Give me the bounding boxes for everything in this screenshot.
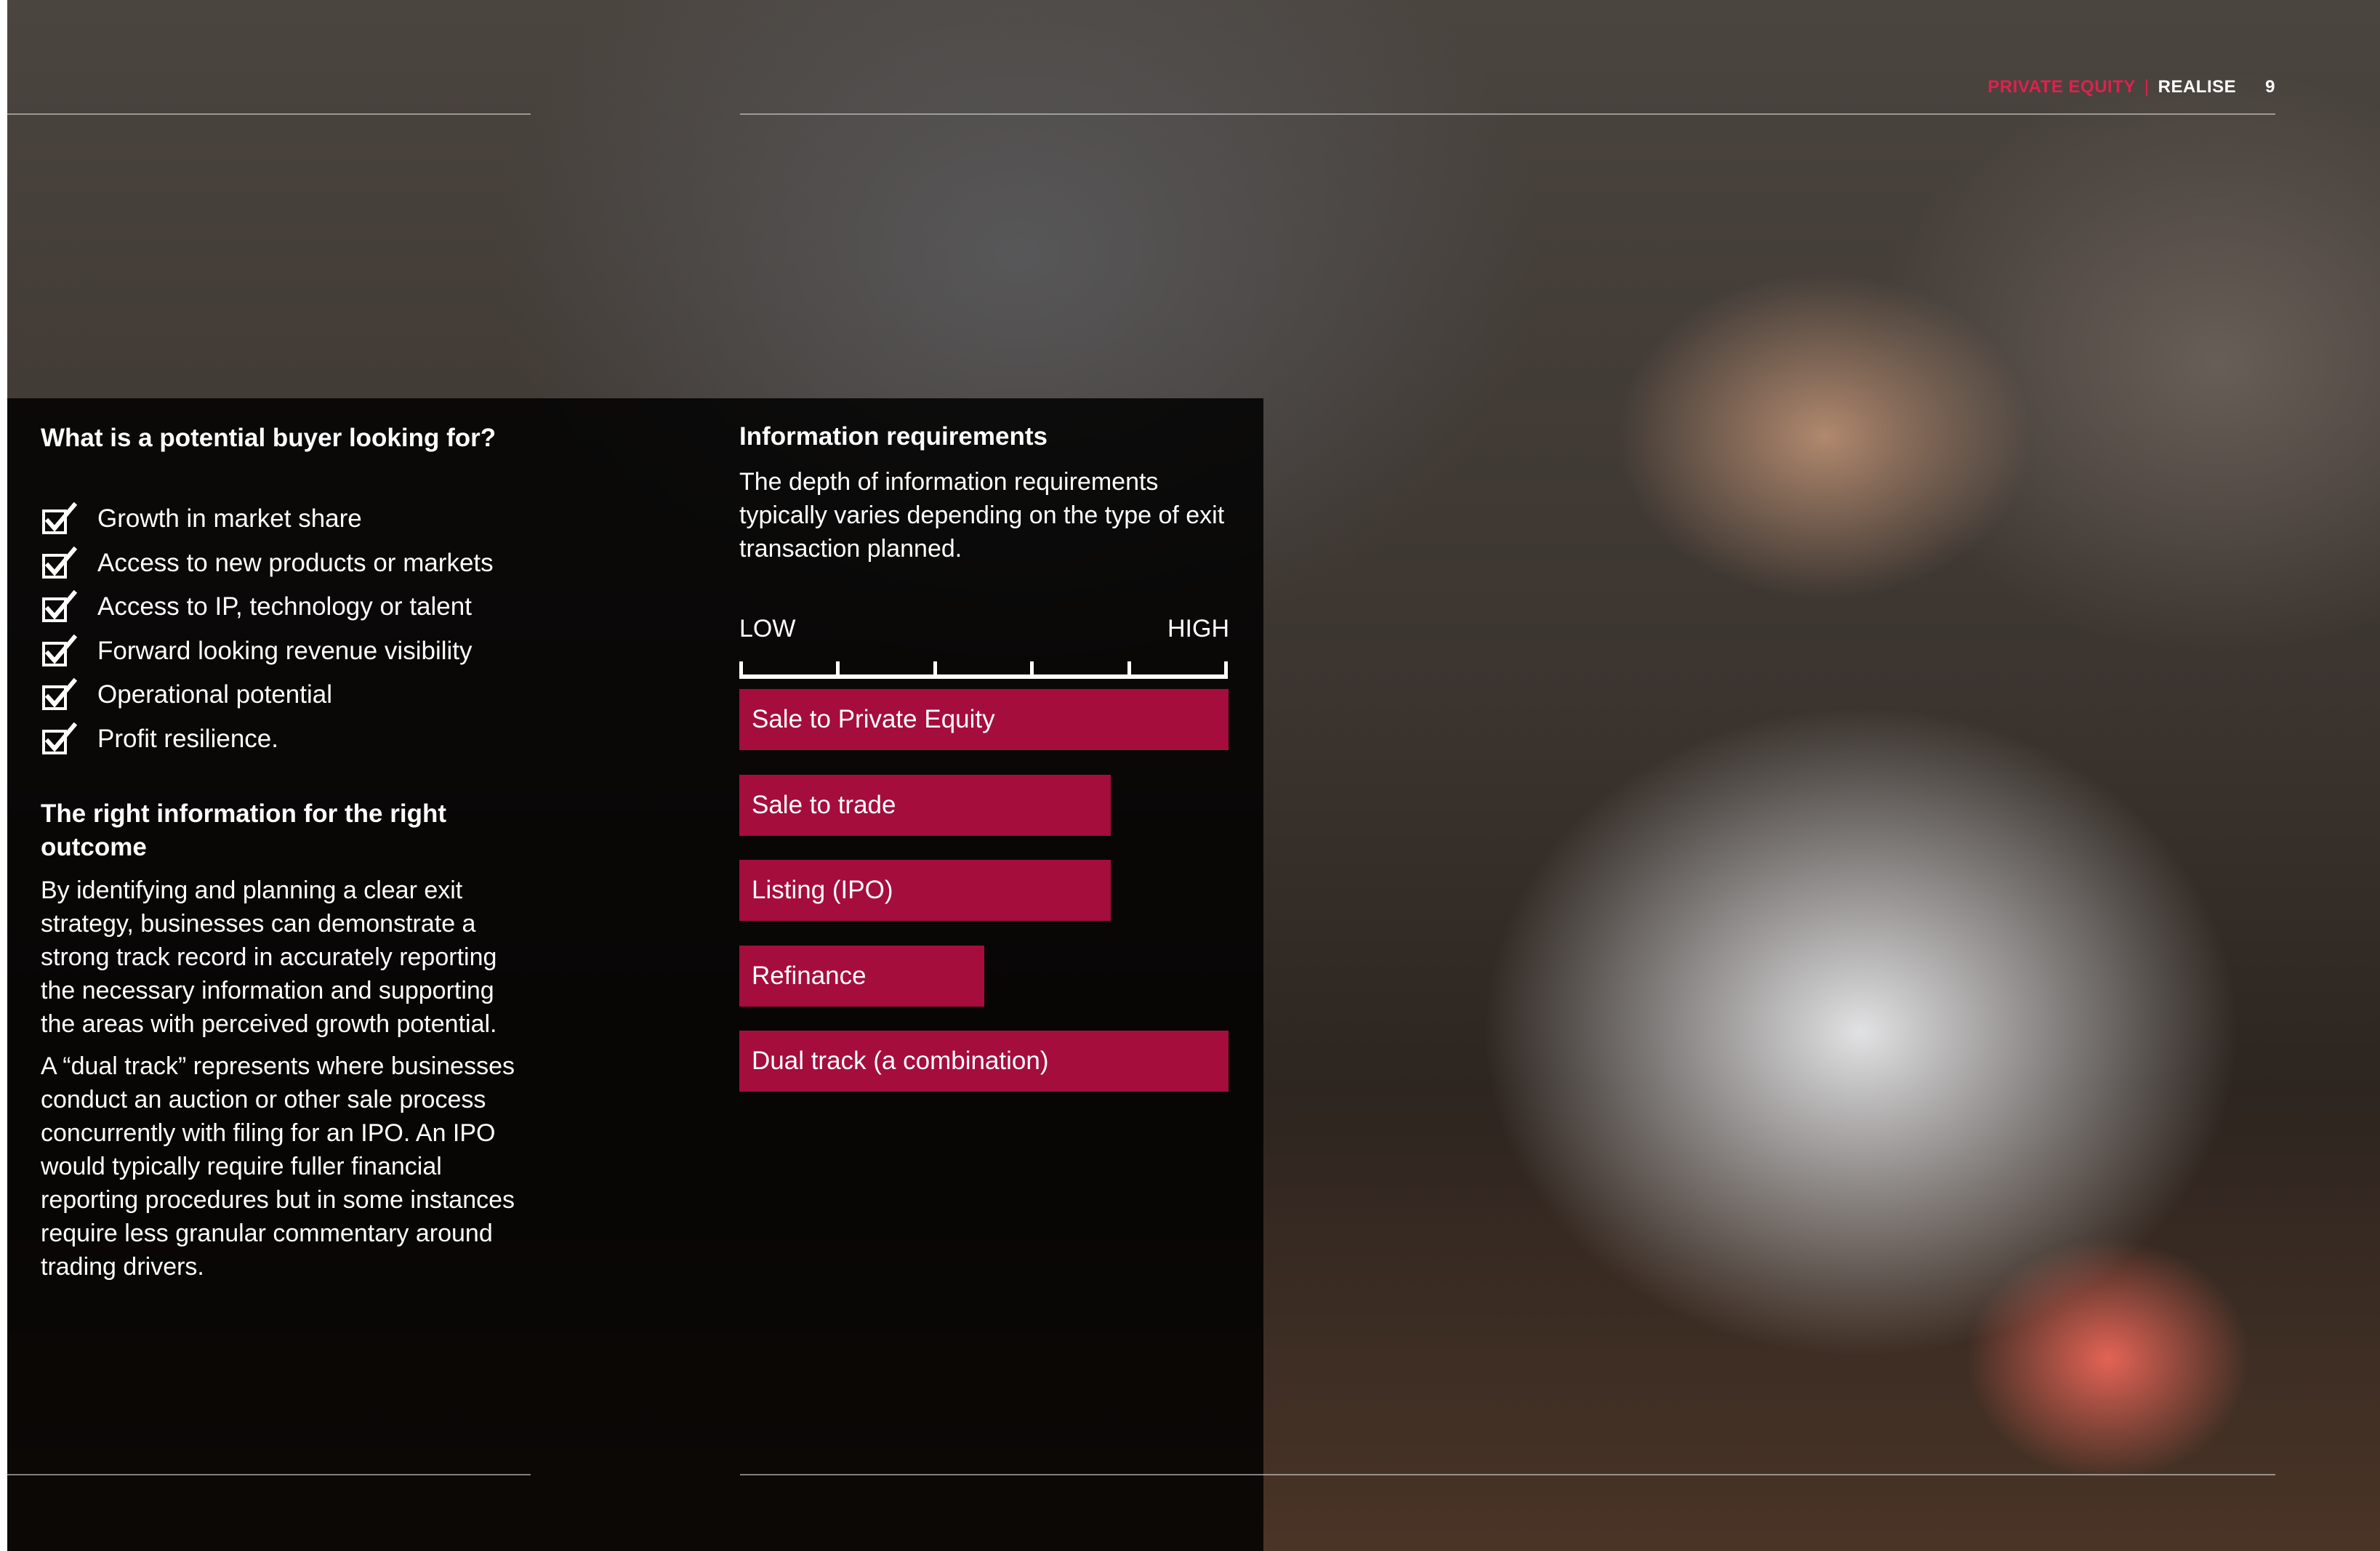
buyer-checklist: Growth in market share Access to new prod… bbox=[41, 497, 494, 761]
checkbox-tick-icon bbox=[42, 722, 77, 754]
checklist-item: Access to new products or markets bbox=[41, 541, 494, 586]
header-separator: | bbox=[2144, 77, 2150, 97]
checklist-item-label: Access to IP, technology or talent bbox=[97, 592, 472, 621]
scale-tick bbox=[739, 661, 743, 679]
checklist-item-label: Forward looking revenue visibility bbox=[97, 636, 473, 665]
checklist-item: Growth in market share bbox=[41, 497, 494, 541]
scale-tick bbox=[1127, 661, 1131, 679]
chart-bar-label: Listing (IPO) bbox=[752, 876, 893, 904]
checklist-item-label: Profit resilience. bbox=[97, 724, 278, 753]
chart-bar: Refinance bbox=[739, 946, 984, 1007]
requirements-description: The depth of information requirements ty… bbox=[739, 468, 1225, 563]
checkbox-tick-icon bbox=[42, 502, 77, 535]
right-info-heading: The right information for the right outc… bbox=[41, 799, 447, 861]
scale-tick bbox=[1030, 661, 1034, 679]
chart-bar: Sale to Private Equity bbox=[739, 689, 1229, 750]
bottom-rule-left bbox=[7, 1474, 531, 1475]
scale-tick bbox=[933, 661, 937, 679]
checkbox-tick-icon bbox=[42, 590, 77, 623]
checklist-item: Forward looking revenue visibility bbox=[41, 629, 494, 674]
top-rule-right bbox=[740, 113, 2275, 115]
page-number: 9 bbox=[2265, 77, 2275, 97]
checkbox-tick-icon bbox=[42, 678, 77, 711]
checklist-item: Profit resilience. bbox=[41, 717, 494, 762]
page-edge bbox=[0, 0, 7, 1551]
buyer-heading: What is a potential buyer looking for? bbox=[41, 424, 496, 452]
scale-axis bbox=[739, 658, 1228, 679]
chart-bar-label: Dual track (a combination) bbox=[752, 1047, 1049, 1075]
chart-bar: Dual track (a combination) bbox=[739, 1031, 1229, 1092]
checkbox-tick-icon bbox=[42, 546, 77, 579]
chart-bar-label: Sale to Private Equity bbox=[752, 705, 995, 733]
checklist-item-label: Access to new products or markets bbox=[97, 548, 494, 577]
top-rule-left bbox=[7, 113, 531, 115]
running-header: PRIVATE EQUITY | REALISE 9 bbox=[1987, 73, 2275, 102]
chart-bar-label: Sale to trade bbox=[752, 791, 896, 819]
checklist-item: Access to IP, technology or talent bbox=[41, 585, 494, 629]
bottom-rule-right bbox=[740, 1474, 2275, 1475]
chart-bar: Sale to trade bbox=[739, 775, 1111, 836]
scale-tick bbox=[836, 661, 840, 679]
chart-bar-label: Refinance bbox=[752, 962, 867, 990]
requirements-heading: Information requirements bbox=[739, 422, 1048, 451]
checkbox-tick-icon bbox=[42, 634, 77, 666]
header-section: REALISE bbox=[2158, 77, 2237, 97]
checklist-item: Operational potential bbox=[41, 673, 494, 717]
scale-high-label: HIGH bbox=[1167, 615, 1229, 642]
scale-low-label: LOW bbox=[739, 615, 796, 642]
scale-axis-line bbox=[739, 674, 1228, 679]
right-info-paragraph-2: A “dual track” represents where business… bbox=[41, 1052, 515, 1281]
chart-bar: Listing (IPO) bbox=[739, 860, 1111, 921]
right-info-paragraph-1: By identifying and planning a clear exit… bbox=[41, 877, 497, 1038]
header-brand: PRIVATE EQUITY bbox=[1987, 77, 2136, 97]
checklist-item-label: Operational potential bbox=[97, 680, 332, 709]
scale-tick bbox=[1224, 661, 1228, 679]
checklist-item-label: Growth in market share bbox=[97, 504, 362, 533]
